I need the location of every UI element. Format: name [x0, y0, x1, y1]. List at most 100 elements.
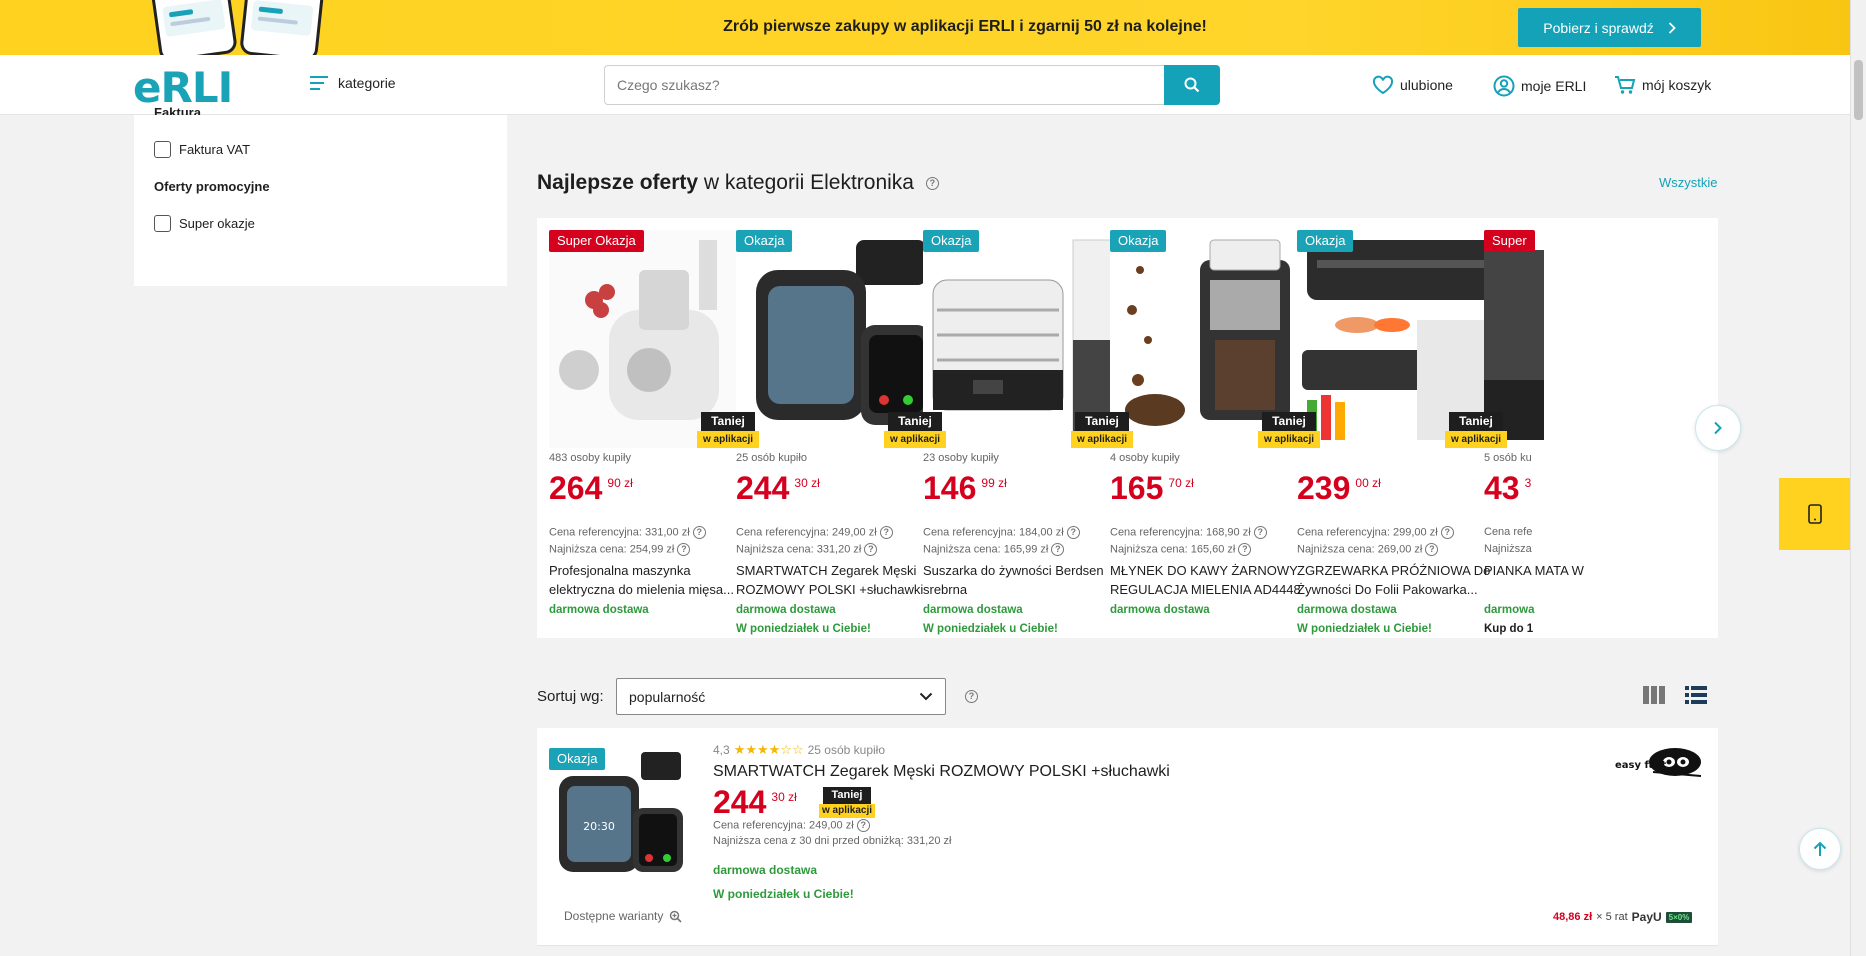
payu-logo: PayU: [1631, 910, 1662, 924]
product-name-link[interactable]: Suszarka do żywności Berdsen srebrna: [923, 561, 1119, 599]
sort-selected-value: popularność: [629, 688, 706, 705]
product-image[interactable]: Okazja 20:30: [549, 748, 689, 886]
section-title: Najlepsze oferty w kategorii Elektronika…: [537, 171, 939, 195]
filters-sidebar: Faktura Faktura VAT Oferty promocyjne Su…: [134, 105, 507, 286]
delivery-date: W poniedziałek u Ciebie!: [1297, 623, 1432, 635]
delivery-date: W poniedziałek u Ciebie!: [736, 623, 871, 635]
free-shipping: darmowa dostawa: [923, 604, 1023, 616]
best-offers-carousel: Super Okazja Taniej w aplikacji 483 osoby k…: [537, 218, 1718, 638]
invoice-heading: Faktura: [154, 105, 201, 115]
reference-price: Cena referencyjna: 249,00 zł ?: [713, 819, 870, 832]
svg-text:20:30: 20:30: [583, 820, 615, 833]
help-icon[interactable]: ?: [1425, 543, 1439, 556]
sort-select[interactable]: popularność: [616, 678, 946, 715]
product-card[interactable]: Super Okazja Taniej w aplikacji 483 osoby k…: [537, 230, 759, 630]
promo-offers-heading: Oferty promocyjne: [154, 179, 270, 194]
account-link[interactable]: moje ERLI: [1493, 75, 1586, 97]
rating-row: 4,3 ★★★★☆☆ 25 osób kupiło: [713, 742, 885, 758]
grid-view-button[interactable]: [1643, 686, 1665, 709]
product-name-link[interactable]: PIANKA MATA W: [1484, 561, 1680, 599]
deal-badge: Super Okazja: [549, 230, 644, 252]
lowest-price: Najniższa cena: 254,99 zł ?: [549, 543, 691, 556]
promo-download-button[interactable]: Pobierz i sprawdź: [1518, 8, 1701, 47]
sort-help-icon[interactable]: ?: [965, 690, 978, 703]
product-name-link[interactable]: ZGRZEWARKA PRÓŻNIOWA Do Żywności Do Foli…: [1297, 561, 1493, 599]
deal-badge: Super: [1484, 230, 1535, 252]
product-list-item[interactable]: Okazja 20:30 4,3 ★★★★☆☆ 25 osób kupiło S…: [537, 728, 1718, 946]
search-input[interactable]: [604, 65, 1186, 105]
product-price: 244 30 zł: [713, 784, 797, 820]
help-icon[interactable]: ?: [856, 819, 870, 832]
free-shipping: darmowa dostawa: [1297, 604, 1397, 616]
lowest-price: Najniższa cena: 331,20 zł ?: [736, 543, 878, 556]
help-icon[interactable]: ?: [1066, 526, 1080, 539]
promo-button-label: Pobierz i sprawdź: [1543, 19, 1654, 36]
super-deals-label: Super okazje: [179, 216, 255, 231]
installment-amount: 48,86 zł: [1553, 911, 1593, 923]
help-icon[interactable]: ?: [1051, 543, 1065, 556]
lowest-price: Najniższa cena z 30 dni przed obniżką: 3…: [713, 835, 952, 847]
lowest-price: Najniższa cena: 269,00 zł ?: [1297, 543, 1439, 556]
product-name-link[interactable]: SMARTWATCH Zegarek Męski ROZMOWY POLSKI …: [736, 561, 932, 599]
list-view-icon: [1685, 686, 1707, 704]
favorites-link[interactable]: ulubione: [1372, 75, 1453, 95]
cheaper-in-app-badge: Taniej w aplikacji: [697, 412, 759, 448]
promo-banner: Zrób pierwsze zakupy w aplikacji ERLI i …: [0, 0, 1850, 64]
zoom-icon: [670, 910, 682, 923]
checkbox[interactable]: [154, 141, 171, 158]
reference-price: Cena referencyjna: 299,00 zł ?: [1297, 526, 1454, 539]
deal-badge: Okazja: [549, 748, 606, 770]
reference-price: Cena refe: [1484, 526, 1533, 538]
help-icon[interactable]: ?: [1253, 526, 1267, 539]
checkbox[interactable]: [154, 215, 171, 232]
mobile-app-button[interactable]: [1779, 478, 1851, 550]
help-icon[interactable]: ?: [1238, 543, 1252, 556]
help-icon[interactable]: ?: [879, 526, 893, 539]
bought-count: 25 osób kupiło: [736, 452, 807, 464]
scroll-to-top-button[interactable]: [1799, 828, 1841, 870]
help-icon[interactable]: ?: [925, 176, 939, 190]
search-button[interactable]: [1164, 65, 1220, 105]
scrollbar-thumb[interactable]: [1854, 60, 1863, 120]
page-scrollbar[interactable]: [1850, 0, 1866, 956]
cart-icon: [1615, 76, 1636, 94]
site-header: eRLI kategorie ulubione moje ERLI mój ko…: [0, 55, 1850, 115]
help-icon[interactable]: ?: [677, 543, 691, 556]
product-name-link[interactable]: Profesjonalna maszynka elektryczna do mi…: [549, 561, 745, 599]
product-price: 165 70 zł: [1110, 470, 1194, 506]
product-name-link[interactable]: SMARTWATCH Zegarek Męski ROZMOWY POLSKI …: [713, 763, 1170, 781]
super-deals-filter[interactable]: Super okazje: [154, 215, 255, 232]
lowest-price: Najniższa: [1484, 543, 1532, 555]
lowest-price: Najniższa cena: 165,99 zł ?: [923, 543, 1065, 556]
phone-icon: [1808, 504, 1822, 524]
bought-count: 23 osoby kupiły: [923, 452, 999, 464]
delivery-date: W poniedziałek u Ciebie!: [713, 887, 854, 901]
delivery-date: W poniedziałek u Ciebie!: [923, 623, 1058, 635]
list-view-button[interactable]: [1685, 686, 1707, 709]
chevron-right-icon: [1714, 421, 1722, 435]
help-icon[interactable]: ?: [1440, 526, 1454, 539]
cheaper-in-app-badge: Taniej w aplikacji: [1071, 412, 1133, 448]
seller-logo[interactable]: easy fast: [1613, 742, 1705, 782]
lowest-price: Najniższa cena: 165,60 zł ?: [1110, 543, 1252, 556]
rating-stars-icon: ★★★★☆☆: [733, 742, 804, 757]
section-title-bold: Najlepsze oferty: [537, 171, 699, 194]
product-price: 43 3: [1484, 470, 1532, 506]
reference-price: Cena referencyjna: 168,90 zł ?: [1110, 526, 1267, 539]
variants-link[interactable]: Dostępne warianty: [564, 909, 682, 923]
product-price: 264 90 zł: [549, 470, 633, 506]
carousel-next-button[interactable]: [1695, 405, 1741, 451]
see-all-link[interactable]: Wszystkie: [1659, 175, 1718, 190]
invoice-vat-filter[interactable]: Faktura VAT: [154, 141, 250, 158]
bought-count: 5 osób ku: [1484, 452, 1532, 464]
cart-link[interactable]: mój koszyk: [1614, 75, 1711, 95]
product-name-link[interactable]: MŁYNEK DO KAWY ŻARNOWY REGULACJA MIELENI…: [1110, 561, 1306, 599]
installments-info: 48,86 zł × 5 rat PayU 5×0%: [1553, 910, 1693, 924]
product-photo: [1484, 230, 1694, 448]
help-icon[interactable]: ?: [864, 543, 878, 556]
help-icon[interactable]: ?: [692, 526, 706, 539]
product-image[interactable]: Super: [1484, 230, 1694, 448]
categories-button[interactable]: kategorie: [310, 75, 396, 91]
bought-count: 483 osoby kupiły: [549, 452, 631, 464]
free-shipping: darmowa: [1484, 604, 1535, 616]
